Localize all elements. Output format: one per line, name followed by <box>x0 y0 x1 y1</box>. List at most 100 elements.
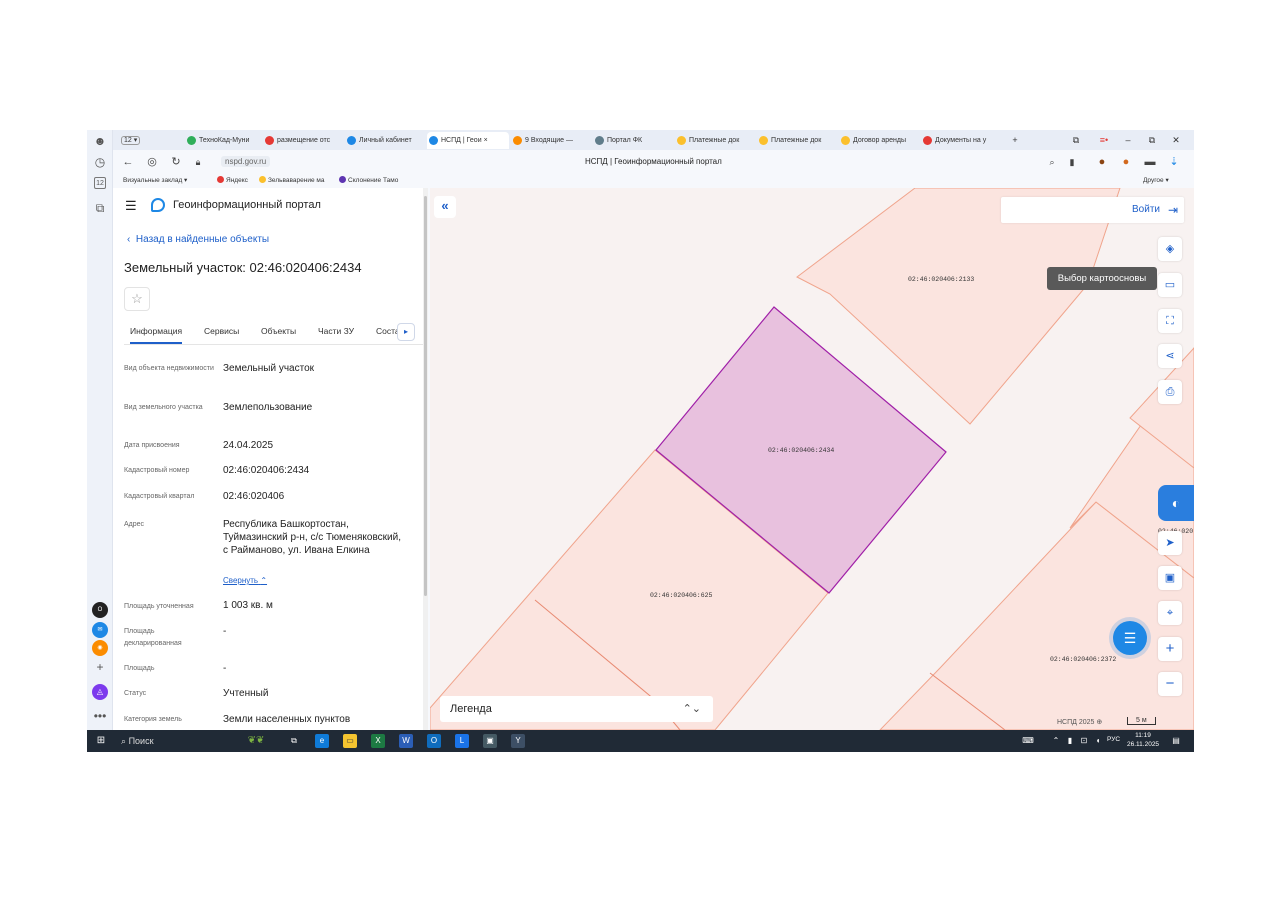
yandex-icon[interactable]: ☻ <box>92 133 108 149</box>
chevron-left-icon: ‹ <box>127 234 131 245</box>
tab-info[interactable]: Информация <box>130 326 183 344</box>
battery-icon[interactable]: ▮ <box>1063 734 1077 748</box>
tabs-next-button[interactable]: ▸ <box>397 323 415 341</box>
zoom-out-button[interactable]: − <box>1158 672 1182 696</box>
bookmark-item[interactable]: Зельваварение ма <box>259 176 324 184</box>
minimap-button[interactable]: ▣ <box>1158 566 1182 590</box>
clock[interactable]: 11:19 26.11.2025 <box>1127 731 1159 749</box>
bookmark-item[interactable]: Склонение Тамо <box>339 176 398 184</box>
tab-1[interactable]: размещение отс <box>263 132 343 149</box>
tab-parts[interactable]: Части ЗУ <box>318 326 354 336</box>
minimize-icon[interactable]: – <box>1121 133 1135 147</box>
tab-6[interactable]: Платежные док <box>675 132 755 149</box>
protect-icon[interactable]: ◎ <box>145 155 159 169</box>
alice-icon[interactable]: ◬ <box>92 684 108 700</box>
add-app-icon[interactable]: + <box>92 659 108 675</box>
chat-button[interactable]: ☰ <box>1113 621 1147 655</box>
restore-icon[interactable]: ⧉ <box>1145 133 1159 147</box>
tab-0[interactable]: ТехноКад-Муни <box>185 132 261 149</box>
taskbar-search[interactable]: ⌕ Поиск <box>115 732 235 750</box>
tray-expand-icon[interactable]: ⌃ <box>1049 734 1063 748</box>
windows-start-icon[interactable]: ⊞ <box>94 734 108 748</box>
close-icon[interactable]: × <box>484 137 488 144</box>
tab-9[interactable]: Документы на у <box>921 132 1001 149</box>
minimap-icon: ▣ <box>1164 572 1176 584</box>
geolocation-button[interactable]: ➤ <box>1158 531 1182 555</box>
app-icon[interactable]: O <box>92 602 108 618</box>
collapse-panel-button[interactable]: « <box>434 196 456 218</box>
tab-5[interactable]: Портал ФК <box>593 132 673 149</box>
tab-favicon <box>265 136 274 145</box>
close-window-icon[interactable]: ✕ <box>1169 133 1183 147</box>
chat-icon: ☰ <box>1123 630 1137 646</box>
extension-icon[interactable]: ▬ <box>1143 155 1157 169</box>
outlook-icon[interactable]: O <box>427 734 441 748</box>
task-view-icon[interactable]: ⧉ <box>287 734 301 748</box>
panorama-icon: ◐ <box>1171 495 1181 511</box>
new-tab-button[interactable]: + <box>1008 133 1022 147</box>
history-icon[interactable]: ◷ <box>92 154 108 170</box>
word-icon[interactable]: W <box>399 734 413 748</box>
login-button[interactable]: Войти ⇥ <box>1001 197 1184 223</box>
tab-objects[interactable]: Объекты <box>261 326 296 336</box>
language-indicator[interactable]: РУС <box>1107 736 1120 743</box>
bookmark-icon[interactable]: ▮ <box>1065 155 1079 169</box>
select-area-button[interactable]: ⛶ <box>1158 309 1182 333</box>
portal-title: Геоинформационный портал <box>173 199 321 211</box>
tab-services[interactable]: Сервисы <box>204 326 239 336</box>
collections-icon[interactable]: ⧉ <box>92 200 108 216</box>
notification-center-icon[interactable]: ▤ <box>1169 734 1183 748</box>
zoom-in-button[interactable]: + <box>1158 637 1182 661</box>
other-bookmarks[interactable]: Другое ▾ <box>1143 176 1169 184</box>
mail-app-icon[interactable]: ✉ <box>92 622 108 638</box>
panel-scrollbar-thumb[interactable] <box>424 196 427 596</box>
edge-icon[interactable]: e <box>315 734 329 748</box>
tooltip: Выбор картоосновы <box>1047 267 1157 290</box>
collapse-link[interactable]: Свернуть ⌃ <box>223 576 267 585</box>
bookmark-item[interactable]: Яндекс <box>217 176 248 184</box>
app-icon[interactable]: L <box>455 734 469 748</box>
layers-button[interactable]: ◈ <box>1158 237 1182 261</box>
bookmark-favicon <box>339 176 346 183</box>
url-field[interactable]: nspd.gov.ru <box>221 156 271 167</box>
menu-icon[interactable]: ☰ <box>125 198 137 214</box>
field-label: Вид объекта недвижимости <box>124 365 214 372</box>
measure-button[interactable]: ▭ <box>1158 273 1182 297</box>
favorite-star-icon[interactable]: ☆ <box>124 287 150 311</box>
back-link[interactable]: ‹ Назад в найденные объекты <box>127 234 269 245</box>
inbox-app-icon[interactable]: ◉ <box>92 640 108 656</box>
downloads-icon[interactable]: ⇣ <box>1167 155 1181 169</box>
more-icon[interactable]: ••• <box>92 708 108 724</box>
tab-4[interactable]: 9 Входящие — <box>511 132 591 149</box>
tab-7[interactable]: Платежные док <box>757 132 837 149</box>
legend-panel[interactable]: Легенда ⌃⌄ <box>440 696 713 722</box>
excel-icon[interactable]: X <box>371 734 385 748</box>
print-button[interactable]: ⎙ <box>1158 380 1182 404</box>
share-button[interactable]: ⋖ <box>1158 344 1182 368</box>
tab-2[interactable]: Личный кабинет <box>345 132 425 149</box>
bookmark-item[interactable]: Визуальные заклад ▾ <box>123 176 187 184</box>
tab-search-icon[interactable]: ⧉ <box>1069 133 1083 147</box>
network-icon[interactable]: ⊡ <box>1077 734 1091 748</box>
news-widget-icon[interactable]: ❦❦ <box>237 734 275 748</box>
tab-3[interactable]: НСПД | Геои × <box>427 132 509 149</box>
tab-8[interactable]: Договор аренды <box>839 132 919 149</box>
zoom-icon[interactable]: ⌕ <box>1045 155 1059 169</box>
volume-icon[interactable]: ◖ <box>1091 734 1105 748</box>
yandex-browser-icon[interactable]: Y <box>511 734 525 748</box>
extension-icon[interactable]: ● <box>1119 155 1133 169</box>
screen: ☻ ◷ 12 ⧉ O ✉ ◉ + ◬ ••• 12 ▾ ТехноКад-Мун… <box>87 130 1194 752</box>
panorama-button[interactable]: ◐ <box>1158 485 1194 521</box>
explorer-icon[interactable]: ▭ <box>343 734 357 748</box>
back-icon[interactable]: ← <box>121 155 135 169</box>
location-button[interactable]: ⌖ <box>1158 601 1182 625</box>
extension-icon[interactable]: ● <box>1095 155 1109 169</box>
reload-icon[interactable]: ↻ <box>169 155 183 169</box>
print-icon: ⎙ <box>1165 386 1175 398</box>
keyboard-icon[interactable]: ⌨ <box>1021 734 1035 748</box>
tab-group[interactable]: 12 ▾ <box>121 132 145 149</box>
notifications-icon[interactable]: ≡• <box>1097 133 1111 147</box>
monitor-app-icon[interactable]: ▣ <box>483 734 497 748</box>
info-icon[interactable]: ⊕ <box>1096 719 1102 726</box>
tabs-count-icon[interactable]: 12 <box>94 177 106 189</box>
